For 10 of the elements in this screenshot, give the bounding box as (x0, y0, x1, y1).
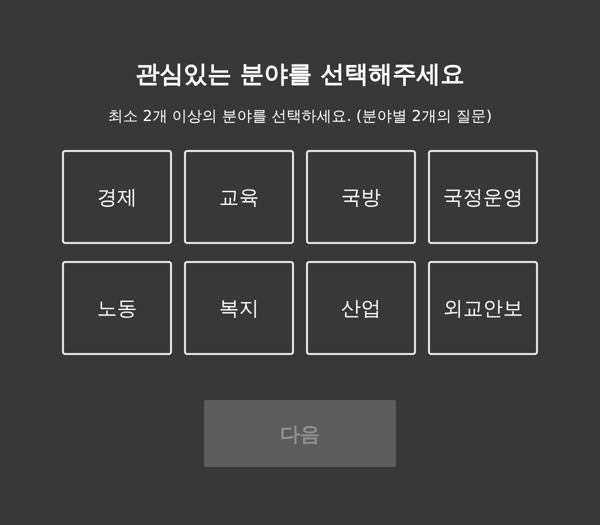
field-option[interactable]: 복지 (184, 261, 294, 355)
field-option[interactable]: 외교안보 (428, 261, 538, 355)
field-option[interactable]: 노동 (62, 261, 172, 355)
instruction-text: 최소 2개 이상의 분야를 선택하세요. (분야별 2개의 질문) (108, 106, 492, 127)
field-option[interactable]: 산업 (306, 261, 416, 355)
field-option[interactable]: 국방 (306, 150, 416, 244)
field-option[interactable]: 교육 (184, 150, 294, 244)
field-option[interactable]: 경제 (62, 150, 172, 244)
field-option[interactable]: 국정운영 (428, 150, 538, 244)
page-title: 관심있는 분야를 선택해주세요 (136, 59, 464, 90)
